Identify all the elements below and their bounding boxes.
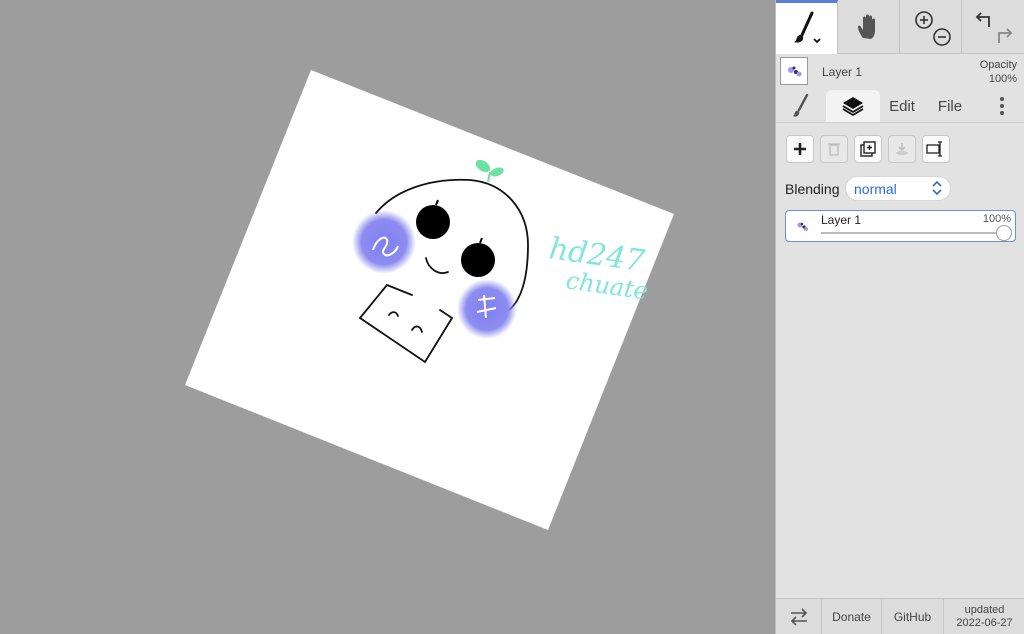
left-blush — [352, 210, 416, 274]
updated-label: updated — [964, 604, 1005, 616]
canvas-paper — [185, 70, 674, 530]
drawing-canvas[interactable]: hd247 chuate — [0, 0, 775, 634]
current-layer-header[interactable]: Layer 1 Opacity 100% — [776, 54, 1024, 90]
delete-layer-button[interactable] — [820, 135, 848, 163]
undo-redo-buttons — [962, 0, 1024, 54]
layer-list-item[interactable]: Layer 1 100% — [785, 210, 1016, 242]
panel-tabs: Edit File — [776, 90, 1024, 122]
panel-footer: Donate GitHub updated 2022-06-27 — [776, 598, 1024, 634]
updated-date: 2022-06-27 — [956, 617, 1013, 629]
brush-tool-button[interactable] — [776, 0, 838, 54]
add-layer-button[interactable] — [786, 135, 814, 163]
blending-label: Blending — [785, 181, 840, 197]
zoom-buttons — [900, 0, 962, 54]
blending-select[interactable]: normal — [845, 176, 951, 201]
hand-tool-button[interactable] — [838, 0, 900, 54]
more-vertical-icon — [1000, 97, 1004, 115]
tool-bar — [776, 0, 1024, 54]
zoom-out-icon[interactable] — [932, 28, 951, 46]
layer-thumbnail — [780, 57, 808, 85]
plus-icon — [794, 143, 806, 155]
opacity-value: 100% — [988, 73, 1017, 85]
opacity-label: Opacity — [979, 59, 1017, 71]
donate-button[interactable]: Donate — [822, 599, 882, 634]
merge-down-icon — [896, 143, 908, 155]
updated-info[interactable]: updated 2022-06-27 — [944, 599, 1024, 634]
layers-icon — [842, 97, 864, 117]
tab-edit[interactable]: Edit — [880, 90, 924, 122]
brush-icon — [793, 11, 821, 43]
more-menu-button[interactable] — [982, 90, 1022, 122]
opacity-readout: Opacity 100% — [980, 58, 1017, 86]
layers-tab-content: Blending normal Layer 1 100% — [776, 122, 1024, 598]
side-panel: Layer 1 Opacity 100% Edit File Blending … — [775, 0, 1024, 634]
right-eye — [461, 243, 495, 277]
left-eye — [416, 205, 450, 239]
tab-file[interactable]: File — [926, 90, 974, 122]
duplicate-icon — [860, 141, 876, 157]
tab-brush[interactable] — [776, 90, 826, 122]
undo-icon[interactable] — [969, 7, 1019, 47]
merge-down-button[interactable] — [888, 135, 916, 163]
rename-layer-button[interactable] — [922, 135, 950, 163]
rename-icon — [926, 141, 942, 157]
brush-tab-icon — [793, 93, 809, 117]
layer-item-name: Layer 1 — [821, 213, 862, 227]
drawing-canvas-area[interactable]: hd247 chuate — [0, 0, 775, 634]
layer-item-opacity: 100% — [982, 213, 1011, 225]
layer-item-thumbnail — [797, 222, 808, 231]
layer-opacity-slider-knob[interactable] — [996, 225, 1012, 241]
select-arrows-icon — [932, 181, 942, 195]
tab-layers[interactable] — [826, 90, 880, 122]
duplicate-layer-button[interactable] — [854, 135, 882, 163]
github-button[interactable]: GitHub — [882, 599, 944, 634]
trash-icon — [828, 143, 840, 156]
blending-value: normal — [854, 181, 897, 197]
redo-icon[interactable] — [997, 28, 1012, 43]
swap-icon — [790, 608, 807, 626]
layer-opacity-slider-track[interactable] — [821, 232, 1003, 234]
current-layer-name: Layer 1 — [822, 65, 863, 79]
swap-side-button[interactable] — [776, 599, 822, 634]
hand-icon — [857, 14, 875, 39]
zoom-in-icon[interactable] — [906, 7, 956, 47]
